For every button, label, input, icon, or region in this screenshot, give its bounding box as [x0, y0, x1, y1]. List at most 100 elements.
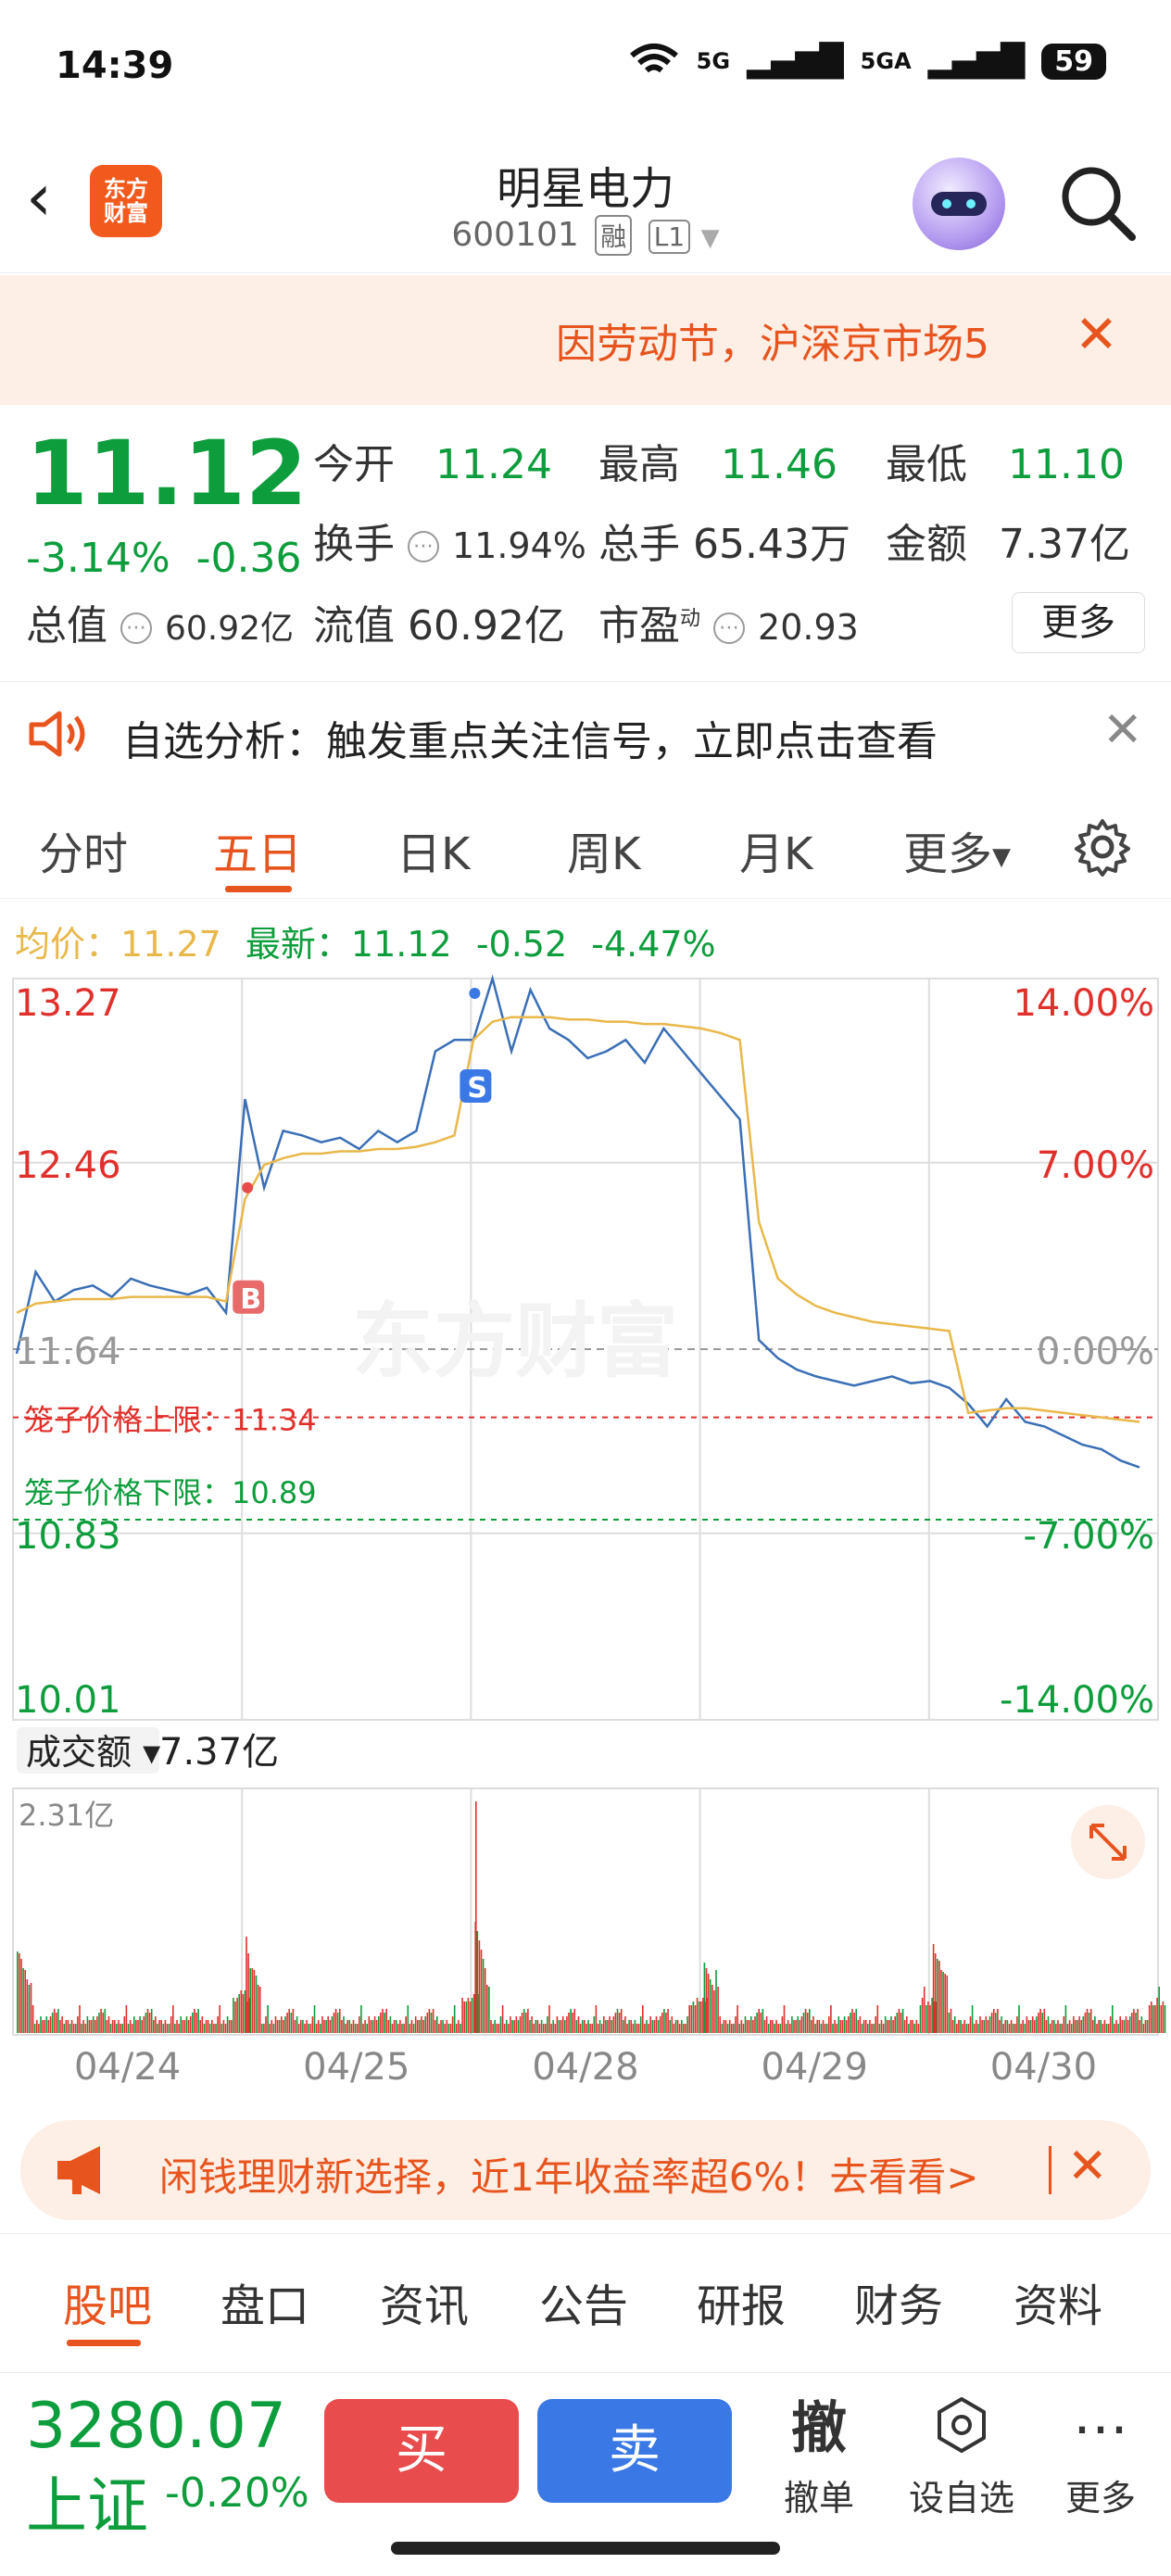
volume-bar — [1151, 2001, 1152, 2033]
volume-bar — [1114, 2024, 1115, 2033]
analysis-alert[interactable]: 自选分析：触发重点关注信号，立即点击查看 ✕ — [0, 681, 1171, 783]
volume-bar — [118, 2020, 120, 2033]
volume-bar — [1107, 2024, 1110, 2033]
info-icon[interactable]: ⋯ — [713, 612, 746, 644]
volume-bar — [412, 2024, 415, 2033]
more-button[interactable]: 更多 — [1012, 592, 1145, 653]
volume-bar — [373, 2016, 376, 2033]
volume-bar — [969, 2016, 972, 2033]
volume-bar — [981, 2020, 983, 2033]
close-icon[interactable]: ✕ — [1067, 2139, 1108, 2194]
dropdown-icon[interactable]: ▼ — [701, 224, 720, 252]
tab-orderbook[interactable]: 盘口 — [220, 2269, 309, 2334]
tab-intraday[interactable]: 分时 — [39, 817, 128, 882]
volume-bar — [990, 2013, 993, 2033]
volume-bar — [228, 2020, 231, 2033]
volume-bar — [510, 2016, 511, 2033]
close-icon[interactable]: ✕ — [1102, 702, 1143, 758]
tab-five-day[interactable]: 五日 — [213, 817, 302, 882]
tab-announcements[interactable]: 公告 — [539, 2269, 628, 2334]
volume-bar — [1156, 1998, 1158, 2033]
tab-weekly-k[interactable]: 周K — [567, 817, 640, 882]
volume-bar — [531, 2016, 533, 2033]
volume-bar — [456, 2024, 458, 2033]
volume-bar — [434, 2020, 436, 2033]
volume-bar — [288, 2009, 290, 2033]
notice-banner[interactable]: 因劳动节，沪深京市场5 ✕ — [0, 275, 1171, 405]
volume-bar — [276, 2020, 279, 2033]
volume-bar — [121, 2024, 123, 2033]
volume-bar — [550, 2024, 552, 2033]
volume-bar — [129, 2020, 132, 2033]
volume-bar — [688, 2005, 690, 2033]
volume-bar — [837, 2016, 840, 2033]
info-icon[interactable]: ⋯ — [120, 612, 152, 644]
tab-research[interactable]: 研报 — [697, 2269, 786, 2334]
volume-bar — [692, 2001, 695, 2033]
volume-bar — [1012, 2024, 1014, 2033]
volume-bar — [192, 2013, 194, 2033]
sell-button[interactable]: 卖 — [537, 2399, 732, 2503]
tab-finance[interactable]: 财务 — [854, 2269, 943, 2334]
volume-bar — [554, 2024, 557, 2033]
search-icon[interactable] — [1056, 161, 1140, 245]
volume-bar — [867, 2024, 869, 2033]
tab-profile[interactable]: 资料 — [1014, 2269, 1102, 2334]
volume-bar — [234, 2001, 236, 2033]
volume-bar — [572, 2013, 573, 2033]
last-value: 11.12 — [350, 924, 452, 965]
tab-daily-k[interactable]: 日K — [397, 817, 470, 882]
add-watchlist-button[interactable]: 设自选 — [906, 2395, 1017, 2520]
volume-bar — [737, 2005, 738, 2033]
price-axis-label: 10.01 — [15, 1679, 121, 1722]
amount-value: 7.37亿 — [999, 521, 1130, 568]
price-axis-label: 11.64 — [15, 1331, 121, 1373]
volume-bar — [533, 2024, 535, 2033]
ai-assistant-icon[interactable] — [913, 158, 1005, 250]
volume-bar — [620, 2009, 623, 2033]
cancel-order-button[interactable]: 撤 撤单 — [763, 2395, 875, 2520]
volume-bar — [1008, 2024, 1011, 2033]
volume-bar — [111, 2020, 114, 2033]
volume-bar — [932, 1944, 935, 2033]
volume-bar — [946, 1976, 949, 2033]
tab-news[interactable]: 资讯 — [380, 2269, 469, 2334]
close-icon[interactable]: ✕ — [1075, 305, 1118, 365]
tab-forum[interactable]: 股吧 — [63, 2269, 152, 2334]
footer-more-button[interactable]: ⋯ 更多 — [1045, 2395, 1156, 2520]
volume-bar — [1125, 2016, 1127, 2033]
cage-lower-label: 笼子价格下限：10.89 — [24, 1475, 317, 1510]
volume-bar — [1100, 2020, 1102, 2033]
volume-bar — [917, 2024, 920, 2033]
volume-bar — [503, 2024, 506, 2033]
volume-bar — [346, 2020, 348, 2033]
volume-bar — [199, 2020, 201, 2033]
volume-bar — [334, 2009, 337, 2033]
volume-bar — [841, 2020, 844, 2033]
volume-bar — [1105, 2024, 1108, 2033]
volume-bar — [44, 2020, 45, 2033]
volume-bar — [839, 2020, 842, 2033]
info-icon[interactable]: ⋯ — [408, 531, 439, 562]
volume-bar — [313, 2005, 316, 2033]
volume-bar — [746, 2020, 749, 2033]
volume-bar — [222, 2020, 225, 2033]
volume-bar — [880, 2020, 883, 2033]
buy-button[interactable]: 买 — [324, 2399, 519, 2503]
five-day-chart[interactable]: 东方财富 B S 13.27 14.00% 12.46 7.00% 11.64 0.00% 10.… — [0, 971, 1171, 2102]
volume-bar — [586, 2024, 587, 2033]
volume-bar — [777, 2024, 779, 2033]
volume-bar — [637, 2024, 640, 2033]
volume-bar — [825, 2024, 828, 2033]
settings-gear-icon[interactable] — [1073, 817, 1132, 877]
volume-bar — [1112, 2005, 1114, 2033]
tab-more[interactable]: 更多▼ — [903, 817, 1011, 882]
volume-bar — [919, 2005, 922, 2033]
volume-bar — [1109, 2016, 1112, 2033]
avg-value: 11.27 — [120, 924, 221, 965]
volume-bar — [836, 2024, 837, 2033]
volume-bar — [419, 2020, 421, 2033]
tab-monthly-k[interactable]: 月K — [739, 817, 812, 882]
volume-bar — [1027, 2020, 1030, 2033]
promo-banner[interactable]: 闲钱理财新选择，近1年收益率超6%！去看看> ✕ — [20, 2120, 1151, 2220]
